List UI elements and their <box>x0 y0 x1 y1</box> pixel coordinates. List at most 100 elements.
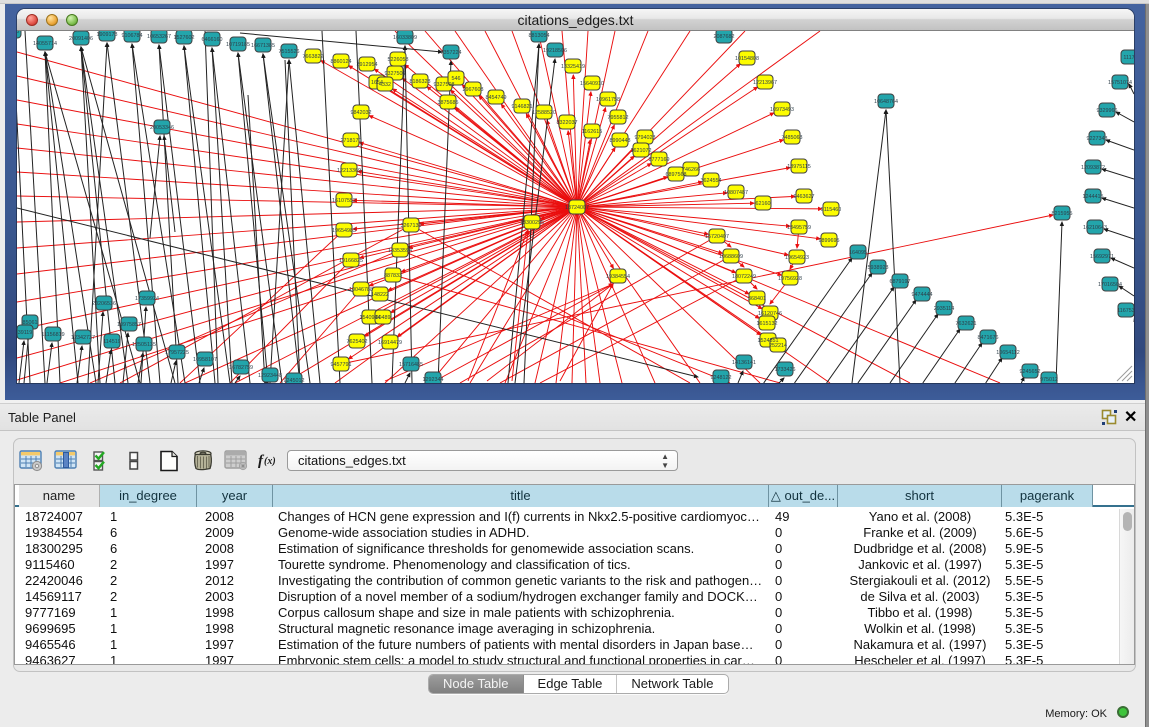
svg-text:14055714: 14055714 <box>33 41 57 47</box>
svg-text:10975857: 10975857 <box>117 322 141 328</box>
svg-text:17957225: 17957225 <box>165 350 189 356</box>
svg-text:16120746: 16120746 <box>758 311 782 317</box>
svg-text:19166825: 19166825 <box>339 258 363 264</box>
svg-text:8454749: 8454749 <box>486 95 507 101</box>
svg-text:13495759: 13495759 <box>787 225 811 231</box>
svg-text:9794028: 9794028 <box>635 135 656 141</box>
svg-text:9227343: 9227343 <box>1087 136 1108 142</box>
svg-text:3267130: 3267130 <box>401 223 422 229</box>
svg-text:16782759: 16782759 <box>229 365 253 371</box>
svg-text:60489: 60489 <box>376 315 391 321</box>
svg-text:2967608: 2967608 <box>463 87 484 93</box>
svg-text:7515526: 7515526 <box>279 49 300 55</box>
svg-text:7632621: 7632621 <box>956 321 977 327</box>
svg-text:5938923: 5938923 <box>868 265 889 271</box>
svg-text:546: 546 <box>452 76 461 82</box>
svg-text:887833: 887833 <box>384 273 402 279</box>
svg-text:9327508: 9327508 <box>434 82 455 88</box>
svg-text:13353594: 13353594 <box>388 248 412 254</box>
svg-text:62160: 62160 <box>756 201 771 207</box>
svg-text:15640910: 15640910 <box>580 81 604 87</box>
svg-text:9106784: 9106784 <box>122 33 143 39</box>
svg-text:16210643: 16210643 <box>1083 225 1107 231</box>
svg-text:252214: 252214 <box>769 343 787 349</box>
svg-text:20206536: 20206536 <box>92 301 116 307</box>
svg-text:15692971: 15692971 <box>1090 254 1114 260</box>
svg-text:2718170: 2718170 <box>341 138 362 144</box>
svg-text:17359924: 17359924 <box>135 296 159 302</box>
svg-text:9842032: 9842032 <box>351 110 372 116</box>
svg-text:10958107: 10958107 <box>193 357 217 363</box>
svg-text:9115460: 9115460 <box>821 207 842 213</box>
svg-text:9463627: 9463627 <box>794 194 815 200</box>
svg-text:16033809: 16033809 <box>393 35 417 41</box>
svg-text:1733426: 1733426 <box>775 367 796 373</box>
svg-text:368401: 368401 <box>748 296 766 302</box>
svg-text:6466160: 6466160 <box>202 37 223 43</box>
svg-text:1292344: 1292344 <box>423 377 444 383</box>
svg-text:9899695: 9899695 <box>819 238 840 244</box>
svg-text:2935114: 2935114 <box>934 306 955 312</box>
svg-text:10719185: 10719185 <box>226 42 250 48</box>
svg-text:1621072: 1621072 <box>631 148 652 154</box>
svg-text:10688609: 10688609 <box>719 254 743 260</box>
svg-text:8860124: 8860124 <box>331 59 352 65</box>
svg-text:20091406: 20091406 <box>69 36 93 42</box>
svg-text:19654983: 19654983 <box>332 228 356 234</box>
svg-text:9457791: 9457791 <box>331 362 352 368</box>
svg-text:9248122: 9248122 <box>711 375 732 381</box>
svg-text:13325419: 13325419 <box>561 64 585 70</box>
svg-text:1117: 1117 <box>1123 55 1134 61</box>
svg-text:10046788: 10046788 <box>349 287 373 293</box>
svg-text:5226058: 5226058 <box>388 57 409 63</box>
svg-text:18724007: 18724007 <box>565 205 589 211</box>
svg-text:18072249: 18072249 <box>732 274 756 280</box>
svg-text:3912954: 3912954 <box>357 62 378 68</box>
svg-text:148222: 148222 <box>371 292 389 298</box>
svg-text:(x): (x) <box>264 456 276 467</box>
svg-text:114519: 114519 <box>103 339 121 345</box>
svg-text:16914479: 16914479 <box>378 340 402 346</box>
svg-text:13975115: 13975115 <box>787 164 811 170</box>
svg-text:8186328: 8186328 <box>410 79 431 85</box>
svg-text:8990448: 8990448 <box>610 138 631 144</box>
svg-text:8813054: 8813054 <box>529 33 550 39</box>
svg-text:1803: 1803 <box>17 31 19 35</box>
svg-text:18300295: 18300295 <box>520 220 544 226</box>
svg-text:1527602: 1527602 <box>174 35 195 41</box>
svg-text:3875685: 3875685 <box>438 100 459 106</box>
svg-text:12093872: 12093872 <box>1081 165 1105 171</box>
svg-text:15751074: 15751074 <box>1108 80 1132 86</box>
svg-text:19756928: 19756928 <box>778 276 802 282</box>
svg-text:10973493: 10973493 <box>770 107 794 113</box>
svg-text:12342737: 12342737 <box>71 335 95 341</box>
svg-text:746266: 746266 <box>682 167 700 173</box>
svg-text:20053346: 20053346 <box>150 125 174 131</box>
svg-text:10154808: 10154808 <box>735 56 759 62</box>
svg-text:19218506: 19218506 <box>543 48 567 54</box>
svg-text:12505135: 12505135 <box>132 342 156 348</box>
svg-text:7485063: 7485063 <box>782 135 803 141</box>
svg-text:17016504: 17016504 <box>1098 282 1122 288</box>
svg-text:9245652: 9245652 <box>1020 369 1041 375</box>
svg-text:15716485: 15716485 <box>399 362 423 368</box>
svg-text:9245012: 9245012 <box>284 378 305 383</box>
svg-text:9327505: 9327505 <box>385 71 406 77</box>
svg-text:164095: 164095 <box>849 250 867 256</box>
svg-text:7625402: 7625402 <box>347 339 368 345</box>
svg-text:10653267: 10653267 <box>147 34 171 40</box>
svg-text:9146821: 9146821 <box>512 104 533 110</box>
svg-text:6879197: 6879197 <box>890 279 911 285</box>
svg-text:7357224: 7357224 <box>441 50 462 56</box>
svg-text:975012: 975012 <box>1040 377 1058 383</box>
svg-text:8215955: 8215955 <box>1052 211 1073 217</box>
svg-text:12213369: 12213369 <box>337 168 361 174</box>
svg-text:19384554: 19384554 <box>606 274 630 280</box>
svg-text:3624554: 3624554 <box>701 178 722 184</box>
svg-text:10648764: 10648764 <box>874 99 898 105</box>
svg-text:10654112: 10654112 <box>996 350 1020 356</box>
svg-text:10961758: 10961758 <box>596 97 620 103</box>
svg-text:12213967: 12213967 <box>753 80 777 86</box>
svg-text:16107552: 16107552 <box>332 198 356 204</box>
svg-text:1162615: 1162615 <box>582 129 603 135</box>
